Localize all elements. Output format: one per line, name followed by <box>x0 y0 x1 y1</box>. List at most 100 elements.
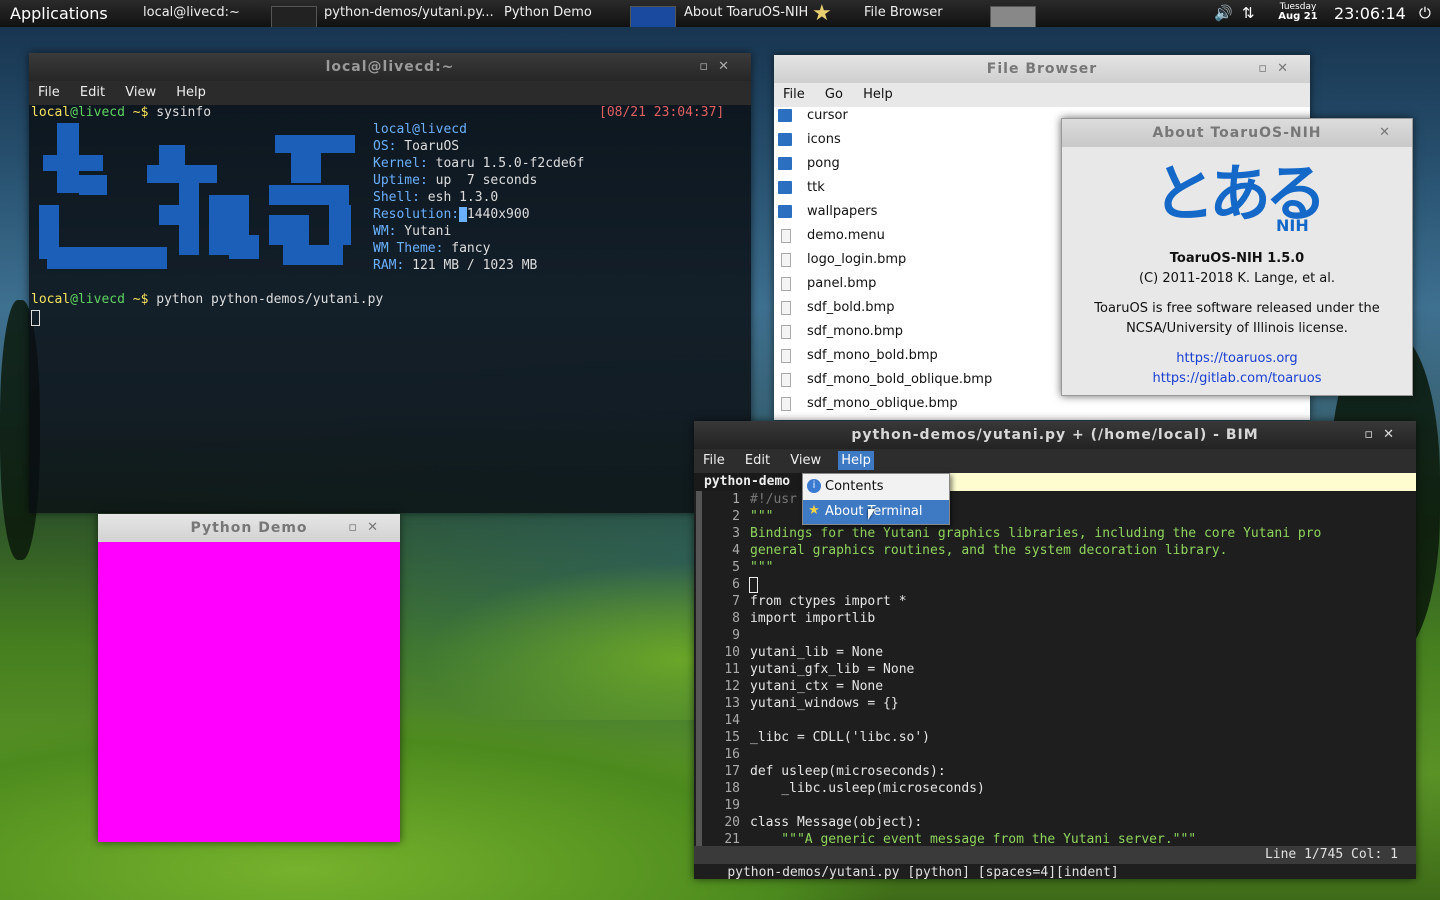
code-line: 11 yutani_gfx_lib = None <box>694 661 1414 678</box>
sysinfo-key: WM Theme: <box>373 241 444 256</box>
file-browser-titlebar[interactable]: File Browser ▫✕ <box>774 55 1310 83</box>
code-line: 7 from ctypes import * <box>694 593 1414 610</box>
code-text: Bindings for the Yutani graphics librari… <box>750 526 1322 541</box>
window-title: File Browser <box>986 61 1098 77</box>
code-line: 10 yutani_lib = None <box>694 644 1414 661</box>
sysinfo-value: ToaruOS <box>396 139 460 154</box>
maximize-icon[interactable]: ▫ <box>699 59 718 74</box>
code-line: 17 def usleep(microseconds): <box>694 763 1414 780</box>
sysinfo-line: Uptime: up 7 seconds <box>373 173 537 188</box>
code-line: 18 _libc.usleep(microseconds) <box>694 780 1414 797</box>
about-titlebar[interactable]: About ToaruOS-NIH ✕ <box>1062 119 1412 147</box>
terminal-cursor <box>31 310 40 326</box>
code-line: 3 Bindings for the Yutani graphics librar… <box>694 525 1414 542</box>
code-text: """ <box>750 560 774 575</box>
clock: 23:06:14 <box>1334 4 1406 23</box>
python-demo-canvas[interactable] <box>98 542 400 842</box>
file-name: pong <box>807 156 840 171</box>
code-text: from ctypes import * <box>750 594 907 609</box>
menu-help[interactable]: Help <box>173 83 209 102</box>
close-icon[interactable]: ✕ <box>1277 61 1298 76</box>
gitlab-link[interactable]: https://gitlab.com/toaruos <box>1062 369 1412 389</box>
prompt-user: local <box>31 292 71 307</box>
editor-menubar: File Edit View Help <box>694 449 1416 473</box>
code-line: 16 <box>694 746 1414 763</box>
close-icon[interactable]: ✕ <box>1379 125 1400 140</box>
menu-edit[interactable]: Edit <box>742 451 773 470</box>
task-terminal[interactable]: local@livecd:~ <box>143 5 240 20</box>
python-demo-window: Python Demo ▫✕ <box>98 514 400 842</box>
file-name: icons <box>807 132 841 147</box>
menu-view[interactable]: View <box>787 451 824 470</box>
line-number: 19 <box>724 798 740 813</box>
window-title: About ToaruOS-NIH <box>1152 125 1322 141</box>
toaru-logo: とある NIH <box>1062 149 1412 249</box>
line-number: 6 <box>732 577 740 592</box>
sysinfo-key: Shell: <box>373 190 420 205</box>
file-icon <box>781 349 791 363</box>
menu-file[interactable]: File <box>780 85 808 104</box>
network-icon[interactable]: ⇅ <box>1242 4 1255 22</box>
sysinfo-line: local@livecd <box>373 122 467 137</box>
file-name: wallpapers <box>807 204 878 219</box>
code-line: 15 _libc = CDLL('libc.so') <box>694 729 1414 746</box>
line-number: 11 <box>724 662 740 677</box>
applications-menu[interactable]: Applications <box>10 4 108 23</box>
editor-titlebar[interactable]: python-demos/yutani.py + (/home/local) -… <box>694 421 1416 449</box>
folder-icon <box>778 157 792 170</box>
tabbar-fill <box>944 473 1416 491</box>
menu-file[interactable]: File <box>700 451 728 470</box>
line-number: 5 <box>732 560 740 575</box>
task-file-browser[interactable]: File Browser <box>864 5 943 20</box>
file-icon <box>781 229 791 243</box>
task-about[interactable]: About ToaruOS-NIH <box>684 5 808 20</box>
close-icon[interactable]: ✕ <box>718 59 739 74</box>
line-number: 21 <box>724 832 740 846</box>
sysinfo-line: WM: Yutani <box>373 224 451 239</box>
code-line: 14 <box>694 712 1414 729</box>
terminal-titlebar[interactable]: local@livecd:~ ▫✕ <box>29 53 751 81</box>
menu-item-contents[interactable]: i Contents <box>803 475 949 499</box>
python-demo-titlebar[interactable]: Python Demo ▫✕ <box>98 514 400 542</box>
menu-edit[interactable]: Edit <box>77 83 108 102</box>
code-line: 20 class Message(object): <box>694 814 1414 831</box>
sysinfo-line: WM Theme: fancy <box>373 241 490 256</box>
task-python-demo[interactable]: Python Demo <box>504 5 592 20</box>
website-link[interactable]: https://toaruos.org <box>1062 349 1412 369</box>
line-number: 2 <box>732 509 740 524</box>
command-text: python python-demos/yutani.py <box>156 292 384 307</box>
prompt-line-2: local@livecd ~$ python python-demos/yuta… <box>31 292 383 307</box>
menu-file[interactable]: File <box>35 83 63 102</box>
file-icon <box>781 277 791 291</box>
maximize-icon[interactable]: ▫ <box>1364 427 1383 442</box>
menu-item-about-terminal[interactable]: ★ About Terminal <box>803 500 949 524</box>
menu-help[interactable]: Help <box>838 451 874 470</box>
code-line: 5 """ <box>694 559 1414 576</box>
code-text: yutani_windows = {} <box>750 696 899 711</box>
terminal-menubar: File Edit View Help <box>29 81 751 105</box>
close-icon[interactable]: ✕ <box>1383 427 1404 442</box>
menu-go[interactable]: Go <box>822 85 846 104</box>
status-bar: python-demos/yutani.py [python] [spaces=… <box>694 846 1416 880</box>
file-tab[interactable]: python-demo <box>704 473 790 491</box>
terminal-output[interactable]: local@livecd ~$ sysinfo [08/21 23:04:37]… <box>29 105 751 513</box>
about-dialog: About ToaruOS-NIH ✕ とある NIH ToaruOS-NIH … <box>1061 118 1413 396</box>
maximize-icon[interactable]: ▫ <box>348 520 367 535</box>
maximize-icon[interactable]: ▫ <box>1258 61 1277 76</box>
code-line: 9 <box>694 627 1414 644</box>
close-icon[interactable]: ✕ <box>367 520 388 535</box>
line-number: 7 <box>732 594 740 609</box>
toaru-logo-pixelated <box>39 123 355 269</box>
task-editor[interactable]: python-demos/yutani.py... <box>324 5 494 20</box>
power-icon[interactable]: ⏻ <box>1419 4 1431 22</box>
code-text: yutani_lib = None <box>750 645 884 660</box>
sysinfo-key: RAM: <box>373 258 405 273</box>
menu-view[interactable]: View <box>122 83 159 102</box>
line-number: 15 <box>724 730 740 745</box>
code-area[interactable]: 1 #!/usr 2 """ 3 Bindings for the Yutani grap… <box>694 491 1416 846</box>
task-thumb-editor[interactable] <box>271 6 317 27</box>
task-thumb-about[interactable] <box>630 6 676 27</box>
menu-help[interactable]: Help <box>860 85 896 104</box>
folder-icon[interactable] <box>990 6 1036 27</box>
volume-icon[interactable]: 🔊 <box>1214 4 1233 22</box>
